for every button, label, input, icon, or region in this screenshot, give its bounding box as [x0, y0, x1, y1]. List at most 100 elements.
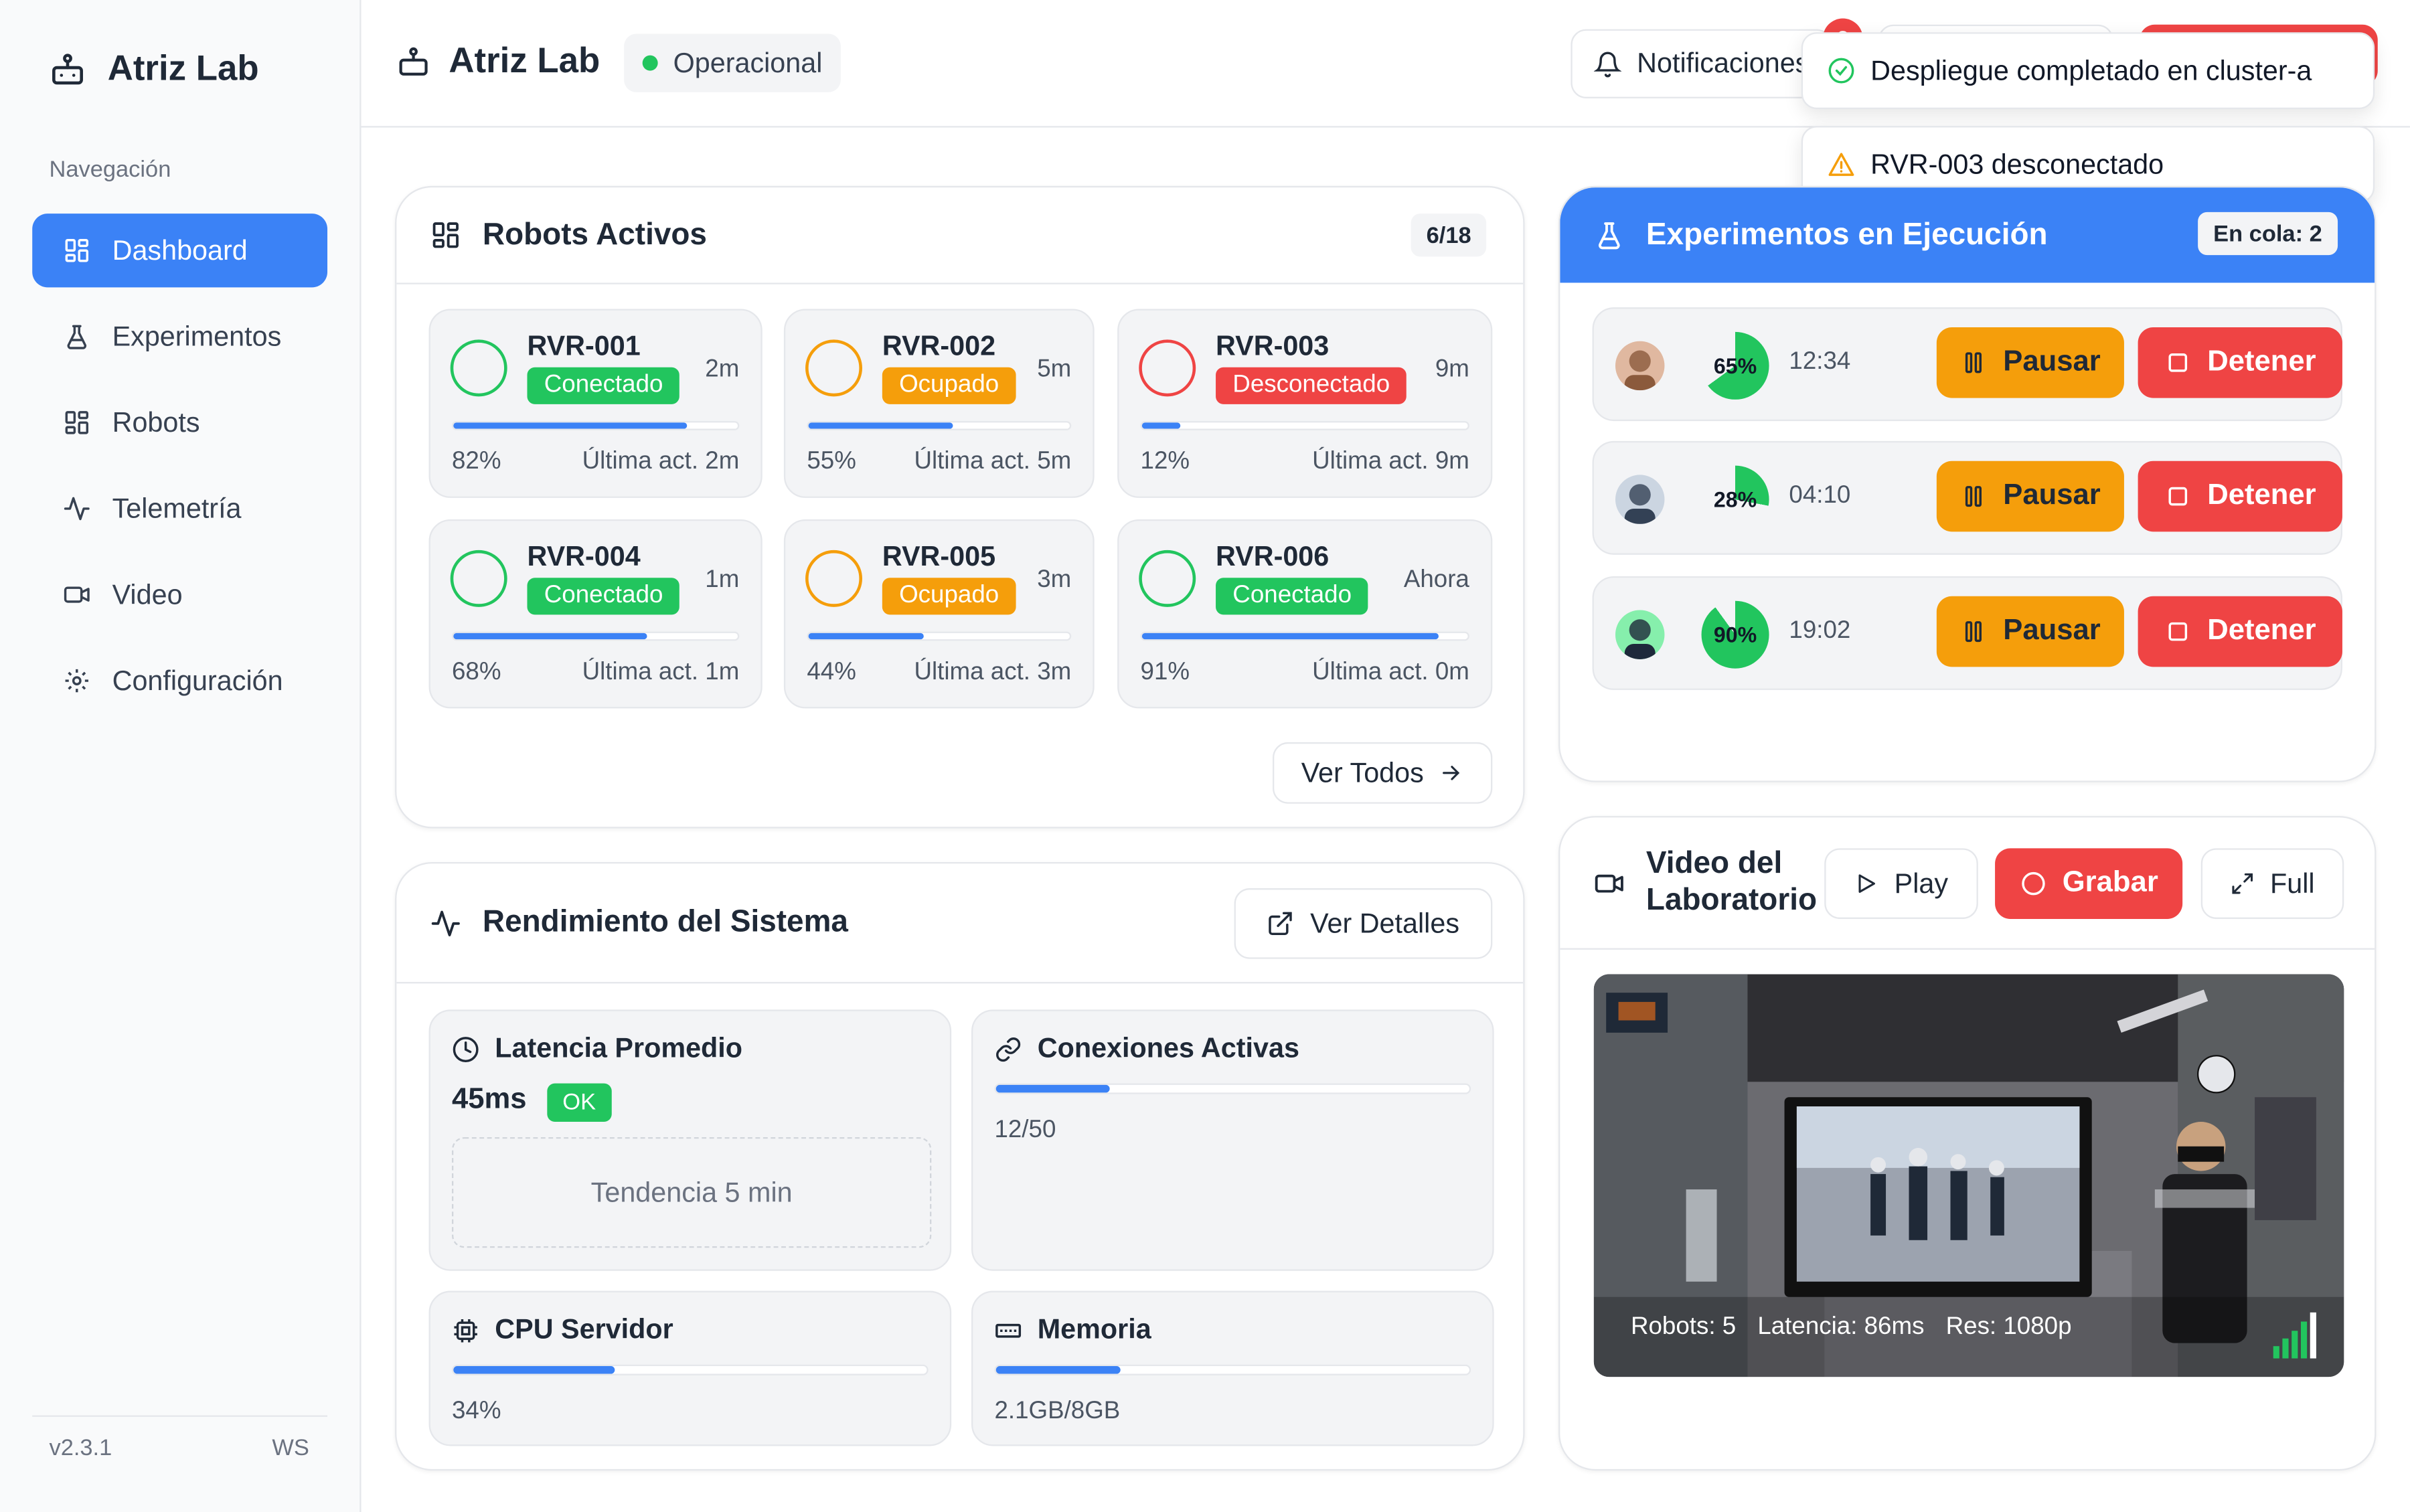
- connection-label: WS: [272, 1435, 309, 1462]
- avatar: [1615, 341, 1665, 391]
- latency-value: 45ms: [451, 1083, 527, 1116]
- robot-last-update: Última act. 3m: [914, 659, 1072, 685]
- stop-icon: [2168, 622, 2188, 641]
- robot-card-rvr-001[interactable]: RVR-001 Conectado 2m 82% Última act. 2m: [428, 309, 762, 498]
- connections-title-text: Conexiones Activas: [1037, 1032, 1299, 1064]
- stop-button[interactable]: Detener: [2138, 327, 2342, 398]
- robot-battery-fill: [1141, 422, 1182, 429]
- robot-last-seen: 5m: [1037, 356, 1072, 383]
- sidebar: Atriz Lab Navegación Dashboard Experimen…: [0, 0, 362, 1512]
- robot-last-update: Última act. 2m: [582, 448, 740, 475]
- robot-count-badge: 6/18: [1411, 214, 1487, 257]
- external-link-icon: [1269, 912, 1293, 936]
- progress-pie-label: 28%: [1713, 487, 1757, 512]
- experiment-elapsed: 04:10: [1789, 482, 1851, 509]
- pause-label: Pausar: [2003, 614, 2101, 647]
- robot-battery-pct: 44%: [807, 659, 856, 685]
- status-ring-icon: [1139, 550, 1196, 607]
- robot-last-seen: 3m: [1037, 567, 1072, 594]
- sidebar-item-robots[interactable]: Robots: [32, 386, 327, 459]
- robot-name: RVR-004: [527, 541, 641, 572]
- experiment-row: 65% 12:34 Pausar Detener: [1592, 307, 2342, 422]
- status-text: Operacional: [673, 47, 823, 78]
- check-circle-icon: [1828, 58, 1854, 84]
- robot-battery-bar: [1140, 421, 1469, 430]
- overlay-resolution: Res: 1080p: [1945, 1313, 2072, 1341]
- robots-card-header: Robots Activos: [396, 187, 1524, 284]
- video-card-title: Video del Laboratorio: [1646, 845, 1817, 919]
- robot-card-rvr-005[interactable]: RVR-005 Ocupado 3m 44% Última act. 3m: [783, 519, 1095, 709]
- experiments-card-title: Experimentos en Ejecución: [1645, 217, 2048, 252]
- robot-battery-pct: 82%: [451, 448, 501, 475]
- stop-label: Detener: [2207, 614, 2316, 647]
- cpu-title-text: CPU Servidor: [495, 1313, 673, 1345]
- robot-card-rvr-006[interactable]: RVR-006 Conectado Ahora 91% Última act. …: [1117, 519, 1493, 709]
- robots-card: Robots Activos 6/18 RVR-001 Conectado 2m…: [395, 185, 1525, 829]
- sidebar-item-dashboard[interactable]: Dashboard: [32, 214, 328, 288]
- toast-success[interactable]: Despliegue completado en cluster-a: [1801, 32, 2375, 110]
- sidebar-item-telemetria[interactable]: Telemetría: [32, 472, 327, 545]
- stop-button[interactable]: Detener: [2138, 596, 2342, 667]
- progress-pie-label: 65%: [1713, 353, 1757, 378]
- flask-icon: [1599, 222, 1620, 250]
- robot-status-badge: Conectado: [1216, 578, 1369, 615]
- robot-battery-fill: [808, 422, 953, 429]
- page-title-text: Atriz Lab: [449, 39, 600, 80]
- activity-icon: [431, 910, 460, 936]
- play-button[interactable]: Play: [1824, 848, 1978, 919]
- robot-card-rvr-004[interactable]: RVR-004 Conectado 1m 68% Última act. 1m: [428, 519, 762, 709]
- memory-bar: [994, 1364, 1471, 1375]
- pause-button[interactable]: Pausar: [1936, 596, 2124, 667]
- notifications-label: Notificaciones: [1637, 48, 1810, 79]
- warning-icon: [1828, 153, 1854, 176]
- robot-last-seen: 2m: [705, 356, 740, 383]
- grid-icon: [65, 239, 89, 262]
- robot-battery-bar: [451, 631, 740, 641]
- sidebar-item-configuracion[interactable]: Configuración: [32, 644, 327, 718]
- robot-battery-pct: 68%: [451, 659, 501, 685]
- robot-card-rvr-003[interactable]: RVR-003 Desconectado 9m 12% Última act. …: [1117, 309, 1493, 498]
- link-icon: [996, 1036, 1021, 1061]
- memory-title-text: Memoria: [1037, 1313, 1151, 1345]
- latency-ok-badge: OK: [547, 1083, 612, 1122]
- play-label: Play: [1894, 867, 1949, 898]
- sidebar-item-video[interactable]: Video: [32, 558, 327, 631]
- sidebar-item-label: Dashboard: [112, 234, 248, 266]
- sidebar-item-label: Video: [112, 578, 183, 610]
- fullscreen-button[interactable]: Full: [2200, 848, 2344, 919]
- robot-last-update: Última act. 9m: [1312, 448, 1469, 475]
- page-title: Atriz Lab: [396, 40, 600, 82]
- experiment-row: 28% 04:10 Pausar Detener: [1592, 440, 2342, 555]
- stop-icon: [2168, 487, 2188, 506]
- pause-button[interactable]: Pausar: [1936, 460, 2124, 532]
- video-feed[interactable]: Robots: 5 Latencia: 86ms Res: 1080p: [1593, 974, 2344, 1377]
- robot-name: RVR-002: [882, 330, 996, 361]
- progress-pie: 28%: [1701, 465, 1769, 533]
- latency-trend-placeholder: Tendencia 5 min: [451, 1137, 932, 1248]
- record-button[interactable]: Grabar: [1995, 848, 2183, 919]
- fullscreen-label: Full: [2270, 867, 2315, 898]
- notifications-button[interactable]: Notificaciones: [1571, 29, 1832, 98]
- latency-title-text: Latencia Promedio: [495, 1032, 743, 1064]
- avatar: [1615, 475, 1665, 524]
- status-badge: Operacional: [624, 33, 841, 92]
- connections-panel: Conexiones Activas 12/50: [971, 1009, 1494, 1271]
- robot-last-update: Última act. 1m: [582, 659, 740, 685]
- robot-last-update: Última act. 0m: [1312, 659, 1469, 685]
- arrow-right-icon: [1443, 766, 1461, 780]
- robot-status-badge: Desconectado: [1216, 367, 1407, 404]
- robot-card-rvr-002[interactable]: RVR-002 Ocupado 5m 55% Última act. 5m: [783, 309, 1095, 498]
- sidebar-item-label: Experimentos: [112, 320, 282, 351]
- pause-button[interactable]: Pausar: [1936, 327, 2124, 398]
- robot-status-badge: Conectado: [527, 578, 680, 615]
- pause-label: Pausar: [2003, 479, 2101, 512]
- view-all-button[interactable]: Ver Todos: [1273, 742, 1493, 804]
- sidebar-brand[interactable]: Atriz Lab: [49, 48, 259, 89]
- memory-title: Memoria: [994, 1314, 1151, 1346]
- stop-button[interactable]: Detener: [2138, 460, 2342, 532]
- flask-icon: [67, 325, 87, 349]
- connections-bar-fill: [995, 1084, 1110, 1093]
- sidebar-item-experimentos[interactable]: Experimentos: [32, 300, 327, 373]
- view-details-button[interactable]: Ver Detalles: [1234, 888, 1493, 959]
- progress-pie-label: 90%: [1713, 622, 1757, 647]
